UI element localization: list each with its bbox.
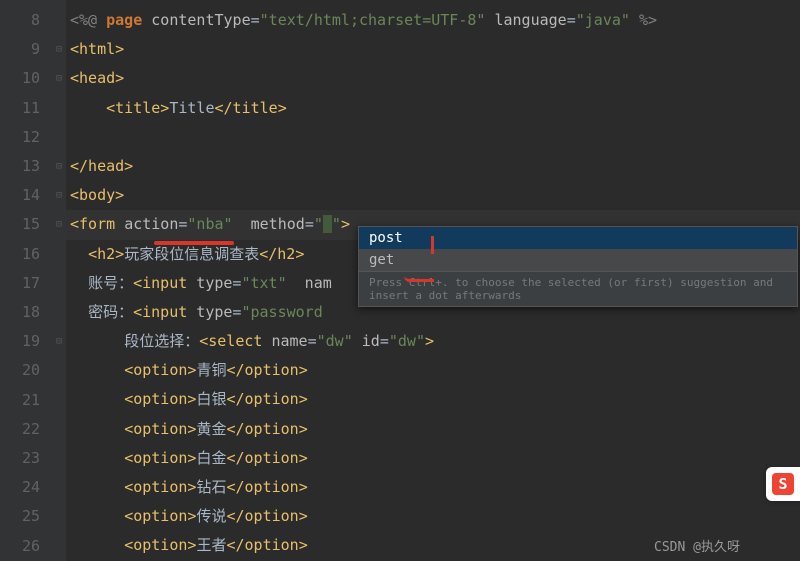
line-number: 19 <box>0 327 40 356</box>
fold-marker[interactable]: ⊟ <box>52 64 66 93</box>
line-number: 12 <box>0 123 40 152</box>
fold-column[interactable]: ⊟⊟⊟⊟⊟⊟ <box>52 0 66 561</box>
fold-marker <box>52 6 66 35</box>
code-line[interactable]: <html> <box>66 35 800 64</box>
line-number: 18 <box>0 298 40 327</box>
fold-marker <box>52 356 66 385</box>
code-line[interactable]: <option>白银</option> <box>66 385 800 414</box>
code-line[interactable]: <%@ page contentType="text/html;charset=… <box>66 6 800 35</box>
code-line[interactable]: <body> <box>66 181 800 210</box>
code-line[interactable]: <head> <box>66 64 800 93</box>
line-number: 22 <box>0 415 40 444</box>
code-line[interactable]: </head> <box>66 152 800 181</box>
code-line[interactable]: <option>黄金</option> <box>66 415 800 444</box>
line-number: 16 <box>0 240 40 269</box>
line-number: 17 <box>0 269 40 298</box>
line-number: 9 <box>0 35 40 64</box>
fold-marker <box>52 444 66 473</box>
line-number-gutter: 891011121314151617181920212223242526 <box>0 0 52 561</box>
fold-marker <box>52 123 66 152</box>
fold-marker[interactable]: ⊟ <box>52 181 66 210</box>
line-number: 8 <box>0 6 40 35</box>
fold-marker <box>52 298 66 327</box>
fold-marker <box>52 415 66 444</box>
autocomplete-hint: Press Ctrl+. to choose the selected (or … <box>359 271 797 306</box>
fold-marker <box>52 531 66 560</box>
ime-badge: S <box>766 467 800 501</box>
code-line[interactable]: <title>Title</title> <box>66 94 800 123</box>
ime-badge-letter: S <box>772 473 794 495</box>
fold-marker[interactable]: ⊟ <box>52 327 66 356</box>
autocomplete-item-post[interactable]: post <box>359 227 797 249</box>
code-line[interactable]: 段位选择：<select name="dw" id="dw"> <box>66 327 800 356</box>
code-line[interactable] <box>66 123 800 152</box>
line-number: 26 <box>0 532 40 561</box>
line-number: 14 <box>0 181 40 210</box>
line-number: 11 <box>0 94 40 123</box>
csdn-watermark: CSDN @执久呀 <box>654 536 740 555</box>
code-line[interactable]: <option>白金</option> <box>66 444 800 473</box>
fold-marker <box>52 94 66 123</box>
autocomplete-popup[interactable]: postget Press Ctrl+. to choose the selec… <box>358 226 798 307</box>
code-line[interactable]: <option>钻石</option> <box>66 473 800 502</box>
line-number: 10 <box>0 64 40 93</box>
line-number: 25 <box>0 502 40 531</box>
fold-marker[interactable]: ⊟ <box>52 152 66 181</box>
fold-marker <box>52 473 66 502</box>
fold-marker <box>52 269 66 298</box>
line-number: 24 <box>0 473 40 502</box>
fold-marker <box>52 385 66 414</box>
line-number: 20 <box>0 356 40 385</box>
fold-marker <box>52 502 66 531</box>
line-number: 15 <box>0 210 40 239</box>
fold-marker <box>52 240 66 269</box>
code-line[interactable]: <option>传说</option> <box>66 502 800 531</box>
code-line[interactable]: <option>青铜</option> <box>66 356 800 385</box>
line-number: 23 <box>0 444 40 473</box>
fold-marker[interactable]: ⊟ <box>52 210 66 239</box>
fold-marker[interactable]: ⊟ <box>52 35 66 64</box>
line-number: 13 <box>0 152 40 181</box>
autocomplete-item-get[interactable]: get <box>359 249 797 271</box>
line-number: 21 <box>0 386 40 415</box>
